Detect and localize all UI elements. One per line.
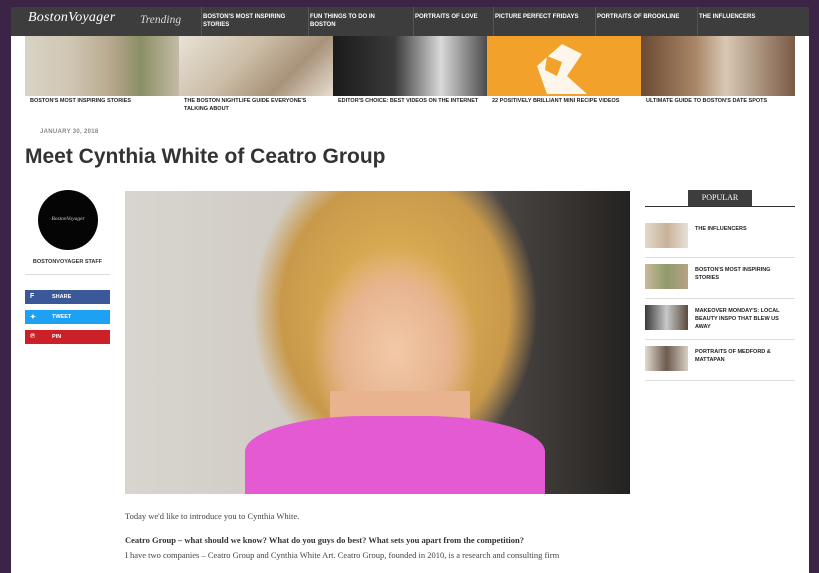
- popular-item-thumbnail[interactable]: [645, 346, 688, 371]
- nav-link-inspiring-stories[interactable]: BOSTON'S MOST INSPIRING STORIES: [201, 7, 306, 36]
- popular-item-thumbnail[interactable]: [645, 264, 688, 289]
- top-navigation-bar: BostonVoyager Trending BOSTON'S MOST INS…: [11, 7, 809, 36]
- popular-item-title[interactable]: BOSTON'S MOST INSPIRING STORIES: [695, 266, 793, 282]
- pinterest-icon: ℗: [30, 333, 36, 340]
- popular-item[interactable]: MAKEOVER MONDAY'S: LOCAL BEAUTY INSPO TH…: [645, 299, 795, 340]
- popular-divider: [645, 206, 795, 207]
- featured-caption[interactable]: 22 POSITIVELY BRILLIANT MINI RECIPE VIDE…: [487, 97, 641, 113]
- featured-thumbnail-inspiring[interactable]: [25, 36, 179, 96]
- share-twitter-button[interactable]: ✦ TWEET: [25, 310, 110, 324]
- popular-item[interactable]: BOSTON'S MOST INSPIRING STORIES: [645, 258, 795, 299]
- hero-image-shape: [245, 416, 545, 494]
- popular-item-thumbnail[interactable]: [645, 305, 688, 330]
- featured-caption[interactable]: ULTIMATE GUIDE TO BOSTON'S DATE SPOTS: [641, 97, 795, 113]
- author-avatar-logo: BostonVoyager: [51, 216, 85, 222]
- featured-caption[interactable]: THE BOSTON NIGHTLIFE GUIDE EVERYONE'S TA…: [179, 97, 333, 113]
- popular-item-thumbnail[interactable]: [645, 223, 688, 248]
- author-avatar[interactable]: BostonVoyager: [38, 190, 98, 250]
- popular-item[interactable]: THE INFLUENCERS: [645, 217, 795, 258]
- nav-link-fun-things[interactable]: FUN THINGS TO DO IN BOSTON: [308, 7, 411, 36]
- share-pinterest-button[interactable]: ℗ PIN: [25, 330, 110, 344]
- nav-link-label: PICTURE PERFECT FRIDAYS: [495, 14, 579, 20]
- facebook-icon: f: [30, 293, 35, 300]
- trending-label: Trending: [140, 14, 182, 26]
- author-divider: [25, 274, 110, 275]
- browser-frame: BostonVoyager Trending BOSTON'S MOST INS…: [0, 0, 819, 573]
- nav-link-influencers[interactable]: THE INFLUENCERS: [697, 7, 777, 36]
- share-pinterest-label: PIN: [52, 334, 62, 340]
- share-twitter-label: TWEET: [52, 314, 72, 320]
- nav-link-label: THE INFLUENCERS: [699, 14, 756, 20]
- popular-heading: POPULAR: [688, 190, 752, 206]
- article-title: Meet Cynthia White of Ceatro Group: [25, 145, 386, 168]
- featured-thumbnail-videos[interactable]: [333, 36, 487, 96]
- popular-item-title[interactable]: PORTRAITS OF MEDFORD & MATTAPAN: [695, 348, 793, 364]
- nav-link-portraits-of-love[interactable]: PORTRAITS OF LOVE: [413, 7, 491, 36]
- article-question: Ceatro Group – what should we know? What…: [125, 535, 524, 545]
- featured-caption[interactable]: EDITOR'S CHOICE: BEST VIDEOS ON THE INTE…: [333, 97, 487, 113]
- nav-link-label: BOSTON'S MOST INSPIRING STORIES: [203, 14, 286, 28]
- nav-link-label: PORTRAITS OF LOVE: [415, 14, 478, 20]
- featured-thumbnail-nightlife[interactable]: [179, 36, 333, 96]
- featured-caption[interactable]: BOSTON'S MOST INSPIRING STORIES: [25, 97, 179, 113]
- popular-item[interactable]: PORTRAITS OF MEDFORD & MATTAPAN: [645, 340, 795, 381]
- popular-item-title[interactable]: MAKEOVER MONDAY'S: LOCAL BEAUTY INSPO TH…: [695, 307, 793, 331]
- share-facebook-button[interactable]: f SHARE: [25, 290, 110, 304]
- popular-item-title[interactable]: THE INFLUENCERS: [695, 225, 793, 233]
- nav-link-label: FUN THINGS TO DO IN BOSTON: [310, 14, 375, 28]
- article-answer: I have two companies – Ceatro Group and …: [125, 550, 560, 560]
- trending-nav: BOSTON'S MOST INSPIRING STORIES FUN THIN…: [201, 7, 779, 36]
- share-facebook-label: SHARE: [52, 294, 72, 300]
- article-hero-image: [125, 191, 630, 494]
- article-date: JANUARY 30, 2018: [40, 129, 99, 135]
- nav-link-portraits-of-brookline[interactable]: PORTRAITS OF BROOKLINE: [595, 7, 695, 36]
- featured-thumbnail-date-spots[interactable]: [641, 36, 795, 96]
- author-name[interactable]: BOSTONVOYAGER STAFF: [25, 259, 110, 265]
- featured-thumbnail-recipes[interactable]: [487, 36, 641, 96]
- nav-link-picture-perfect-fridays[interactable]: PICTURE PERFECT FRIDAYS: [493, 7, 593, 36]
- article-intro: Today we'd like to introduce you to Cynt…: [125, 511, 300, 521]
- nav-link-label: PORTRAITS OF BROOKLINE: [597, 14, 680, 20]
- featured-captions: BOSTON'S MOST INSPIRING STORIES THE BOST…: [25, 97, 795, 113]
- featured-thumbnails: [25, 36, 795, 96]
- twitter-icon: ✦: [30, 314, 36, 321]
- site-logo[interactable]: BostonVoyager: [28, 10, 115, 26]
- running-figure-icon: [537, 44, 587, 94]
- page-viewport: BostonVoyager Trending BOSTON'S MOST INS…: [11, 7, 809, 573]
